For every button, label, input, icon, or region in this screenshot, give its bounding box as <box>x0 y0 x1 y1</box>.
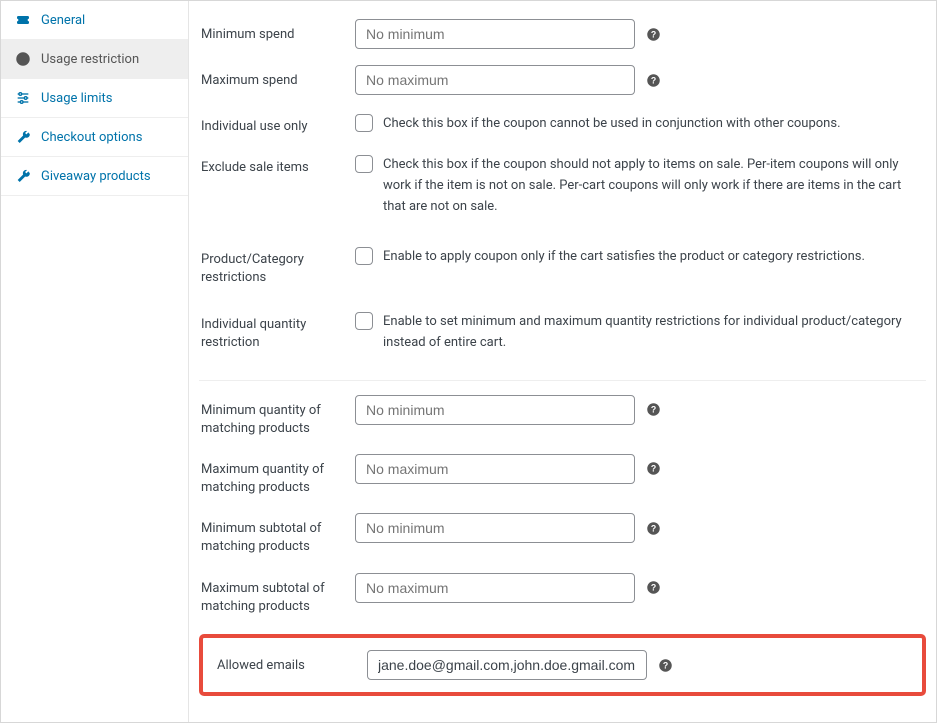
individual-quantity-restriction-description: Enable to set minimum and maximum quanti… <box>383 309 918 354</box>
sidebar-item-label: Usage limits <box>41 91 112 106</box>
field-row-minimum-quantity: Minimum quantity of matching products ? <box>199 387 926 446</box>
field-row-individual-use: Individual use only Check this box if th… <box>199 103 926 144</box>
ticket-icon <box>15 12 31 28</box>
coupon-data-panel: General Usage restriction Usage limits C… <box>0 0 937 723</box>
svg-text:?: ? <box>650 405 655 415</box>
help-icon[interactable]: ? <box>645 72 661 88</box>
coupon-tabs-sidebar: General Usage restriction Usage limits C… <box>1 1 189 722</box>
svg-text:?: ? <box>650 523 655 533</box>
product-category-restrictions-description: Enable to apply coupon only if the cart … <box>383 244 865 268</box>
svg-text:?: ? <box>650 29 655 39</box>
exclude-sale-description: Check this box if the coupon should not … <box>383 152 918 217</box>
field-row-maximum-subtotal: Maximum subtotal of matching products ? <box>199 565 926 624</box>
individual-use-description: Check this box if the coupon cannot be u… <box>383 111 841 135</box>
sidebar-item-usage-restriction[interactable]: Usage restriction <box>1 40 188 79</box>
product-category-restrictions-checkbox[interactable] <box>355 247 373 265</box>
wrench-icon <box>15 168 31 184</box>
sidebar-item-usage-limits[interactable]: Usage limits <box>1 79 188 118</box>
maximum-spend-input[interactable] <box>355 65 635 95</box>
svg-text:?: ? <box>650 75 655 85</box>
label-product-category-restrictions: Product/Category restrictions <box>199 244 349 287</box>
label-minimum-spend: Minimum spend <box>199 19 349 44</box>
field-row-individual-quantity-restriction: Individual quantity restriction Enable t… <box>199 301 926 362</box>
label-individual-use: Individual use only <box>199 111 349 136</box>
sidebar-item-label: Usage restriction <box>41 52 139 67</box>
sliders-icon <box>15 90 31 106</box>
help-icon[interactable]: ? <box>645 402 661 418</box>
wrench-icon <box>15 129 31 145</box>
label-minimum-quantity: Minimum quantity of matching products <box>199 395 349 438</box>
help-icon[interactable]: ? <box>645 461 661 477</box>
field-row-product-category-restrictions: Product/Category restrictions Enable to … <box>199 236 926 295</box>
label-maximum-subtotal: Maximum subtotal of matching products <box>199 573 349 616</box>
maximum-subtotal-input[interactable] <box>355 573 635 603</box>
svg-text:?: ? <box>650 464 655 474</box>
sidebar-item-general[interactable]: General <box>1 1 188 40</box>
help-icon[interactable]: ? <box>645 26 661 42</box>
allowed-emails-highlight: Allowed emails ? <box>199 634 926 696</box>
field-row-maximum-quantity: Maximum quantity of matching products ? <box>199 446 926 505</box>
sidebar-item-checkout-options[interactable]: Checkout options <box>1 118 188 157</box>
svg-text:?: ? <box>662 660 667 670</box>
field-row-allowed-emails: Allowed emails ? <box>211 646 914 684</box>
help-icon[interactable]: ? <box>657 657 673 673</box>
individual-quantity-restriction-checkbox[interactable] <box>355 312 373 330</box>
minimum-quantity-input[interactable] <box>355 395 635 425</box>
individual-use-checkbox[interactable] <box>355 114 373 132</box>
field-row-minimum-spend: Minimum spend ? <box>199 11 926 57</box>
minimum-subtotal-input[interactable] <box>355 513 635 543</box>
sidebar-item-label: General <box>41 13 85 28</box>
field-row-maximum-spend: Maximum spend ? <box>199 57 926 103</box>
sidebar-item-label: Giveaway products <box>41 169 151 184</box>
minimum-spend-input[interactable] <box>355 19 635 49</box>
help-icon[interactable]: ? <box>645 520 661 536</box>
svg-text:?: ? <box>650 583 655 593</box>
field-row-exclude-sale: Exclude sale items Check this box if the… <box>199 144 926 225</box>
label-individual-quantity-restriction: Individual quantity restriction <box>199 309 349 352</box>
label-maximum-spend: Maximum spend <box>199 65 349 90</box>
label-allowed-emails: Allowed emails <box>211 650 361 675</box>
ban-icon <box>15 51 31 67</box>
exclude-sale-checkbox[interactable] <box>355 155 373 173</box>
maximum-quantity-input[interactable] <box>355 454 635 484</box>
label-maximum-quantity: Maximum quantity of matching products <box>199 454 349 497</box>
field-row-minimum-subtotal: Minimum subtotal of matching products ? <box>199 505 926 564</box>
allowed-emails-input[interactable] <box>367 650 647 680</box>
sidebar-item-label: Checkout options <box>41 130 142 145</box>
sidebar-item-giveaway-products[interactable]: Giveaway products <box>1 157 188 196</box>
label-exclude-sale: Exclude sale items <box>199 152 349 177</box>
usage-restriction-panel: Minimum spend ? Maximum spend ? <box>189 1 936 722</box>
label-minimum-subtotal: Minimum subtotal of matching products <box>199 513 349 556</box>
help-icon[interactable]: ? <box>645 580 661 596</box>
